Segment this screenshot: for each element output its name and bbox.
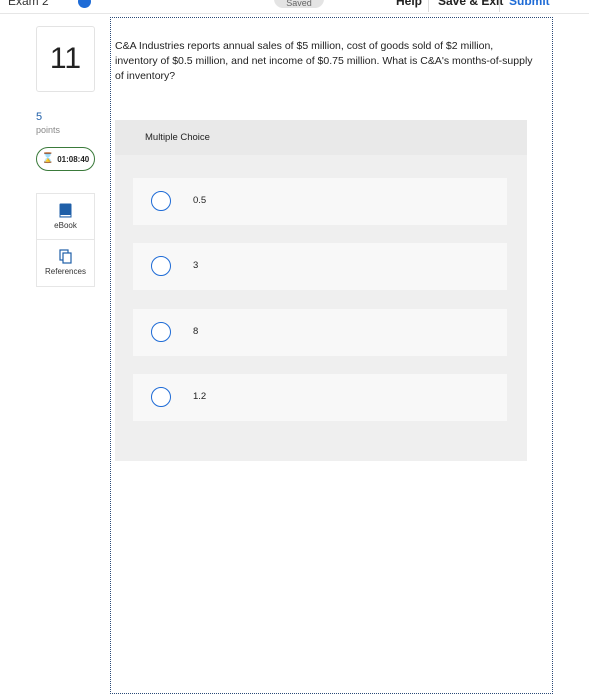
help-link[interactable]: Help — [396, 0, 422, 8]
radio-button[interactable] — [151, 322, 171, 342]
divider — [499, 0, 500, 12]
points-label: points — [36, 125, 61, 135]
multiple-choice-panel: Multiple Choice 0.5 3 8 1.2 — [115, 120, 527, 461]
ebook-label: eBook — [54, 221, 77, 230]
choice-label: 8 — [193, 326, 199, 337]
timer-badge[interactable]: ⌛ 01:08:40 — [36, 147, 95, 171]
hourglass-icon: ⌛ — [41, 153, 55, 164]
choice-option[interactable]: 8 — [133, 309, 507, 356]
choice-label: 1.2 — [193, 391, 207, 402]
book-icon — [59, 203, 72, 218]
info-icon[interactable] — [78, 0, 91, 8]
references-label: References — [45, 267, 86, 276]
divider — [428, 0, 429, 12]
radio-button[interactable] — [151, 387, 171, 407]
radio-button[interactable] — [151, 256, 171, 276]
references-button[interactable]: References — [36, 240, 95, 287]
choice-option[interactable]: 0.5 — [133, 178, 507, 225]
timer-value: 01:08:40 — [57, 154, 90, 164]
question-number: 11 — [36, 26, 95, 92]
saved-status-badge: Saved — [274, 0, 324, 8]
save-exit-link[interactable]: Save & Exit — [438, 0, 503, 8]
points-value: 5 — [36, 111, 43, 123]
radio-button[interactable] — [151, 191, 171, 211]
choice-label: 0.5 — [193, 195, 207, 206]
ebook-button[interactable]: eBook — [36, 193, 95, 240]
exam-title: Exam 2 — [8, 0, 49, 8]
question-text: C&A Industries reports annual sales of $… — [115, 40, 533, 82]
top-bar: Exam 2 Saved Help Save & Exit Submit — [0, 0, 589, 14]
choice-label: 3 — [193, 260, 199, 271]
choice-option[interactable]: 1.2 — [133, 374, 507, 421]
multiple-choice-header: Multiple Choice — [115, 120, 527, 155]
submit-link[interactable]: Submit — [509, 0, 550, 8]
copy-pages-icon — [59, 249, 72, 264]
choice-option[interactable]: 3 — [133, 243, 507, 290]
